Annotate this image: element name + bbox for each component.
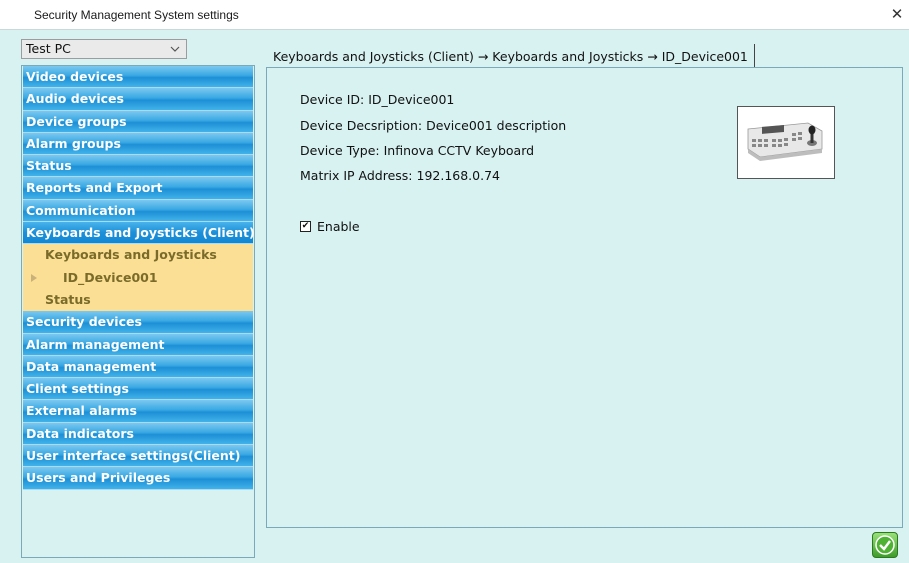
nav-subitem-device[interactable]: ID_Device001 (23, 266, 253, 289)
nav-item-data-indicators[interactable]: Data indicators (23, 422, 253, 446)
checkmark-icon (873, 535, 897, 561)
ok-button[interactable] (872, 532, 898, 558)
nav-item-alarm-groups[interactable]: Alarm groups (23, 132, 253, 156)
nav-item-status[interactable]: Status (23, 155, 253, 178)
matrix-ip-text: Matrix IP Address: 192.168.0.74 (300, 168, 500, 183)
title-bar: Security Management System settings ✕ (0, 0, 909, 30)
enable-label: Enable (317, 219, 360, 234)
cctv-keyboard-image (737, 106, 835, 179)
nav-item-reports-and-export[interactable]: Reports and Export (23, 177, 253, 200)
nav-subitem-keyboards-and-joysticks[interactable]: Keyboards and Joysticks (23, 244, 253, 267)
device-details-panel: Device ID: ID_Device001 Device Decsripti… (266, 67, 903, 528)
nav-item-keyboards-and-joysticks-client[interactable]: Keyboards and Joysticks (Client) (23, 222, 255, 245)
nav-item-user-interface-settings[interactable]: User interface settings(Client) (23, 445, 253, 468)
settings-window-body: Test PC Video devices Audio devices Devi… (0, 30, 909, 563)
nav-item-alarm-management[interactable]: Alarm management (23, 333, 253, 356)
nav-subitem-status[interactable]: Status (23, 288, 253, 312)
device-id-text: Device ID: ID_Device001 (300, 92, 455, 107)
settings-navigation: Video devices Audio devices Device group… (21, 65, 255, 558)
device-description-text: Device Decsription: Device001 descriptio… (300, 118, 567, 133)
nav-item-video-devices[interactable]: Video devices (23, 66, 253, 89)
nav-item-client-settings[interactable]: Client settings (23, 378, 253, 401)
computer-select[interactable]: Test PC (21, 39, 187, 59)
computer-select-value: Test PC (26, 41, 71, 56)
nav-subitem-device-label: ID_Device001 (63, 269, 158, 285)
chevron-down-icon (170, 40, 180, 65)
enable-checkbox-row[interactable]: ✔ Enable (300, 219, 360, 234)
close-icon[interactable]: ✕ (887, 4, 907, 24)
nav-item-device-groups[interactable]: Device groups (23, 110, 253, 133)
window-title: Security Management System settings (34, 8, 239, 22)
nav-item-audio-devices[interactable]: Audio devices (23, 88, 253, 111)
nav-item-security-devices[interactable]: Security devices (23, 311, 253, 334)
nav-item-users-and-privileges[interactable]: Users and Privileges (23, 467, 253, 490)
device-type-text: Device Type: Infinova CCTV Keyboard (300, 143, 535, 158)
nav-item-communication[interactable]: Communication (23, 199, 253, 223)
enable-checkbox[interactable]: ✔ (300, 221, 311, 232)
nav-item-data-management[interactable]: Data management (23, 355, 253, 379)
nav-item-external-alarms[interactable]: External alarms (23, 400, 253, 423)
